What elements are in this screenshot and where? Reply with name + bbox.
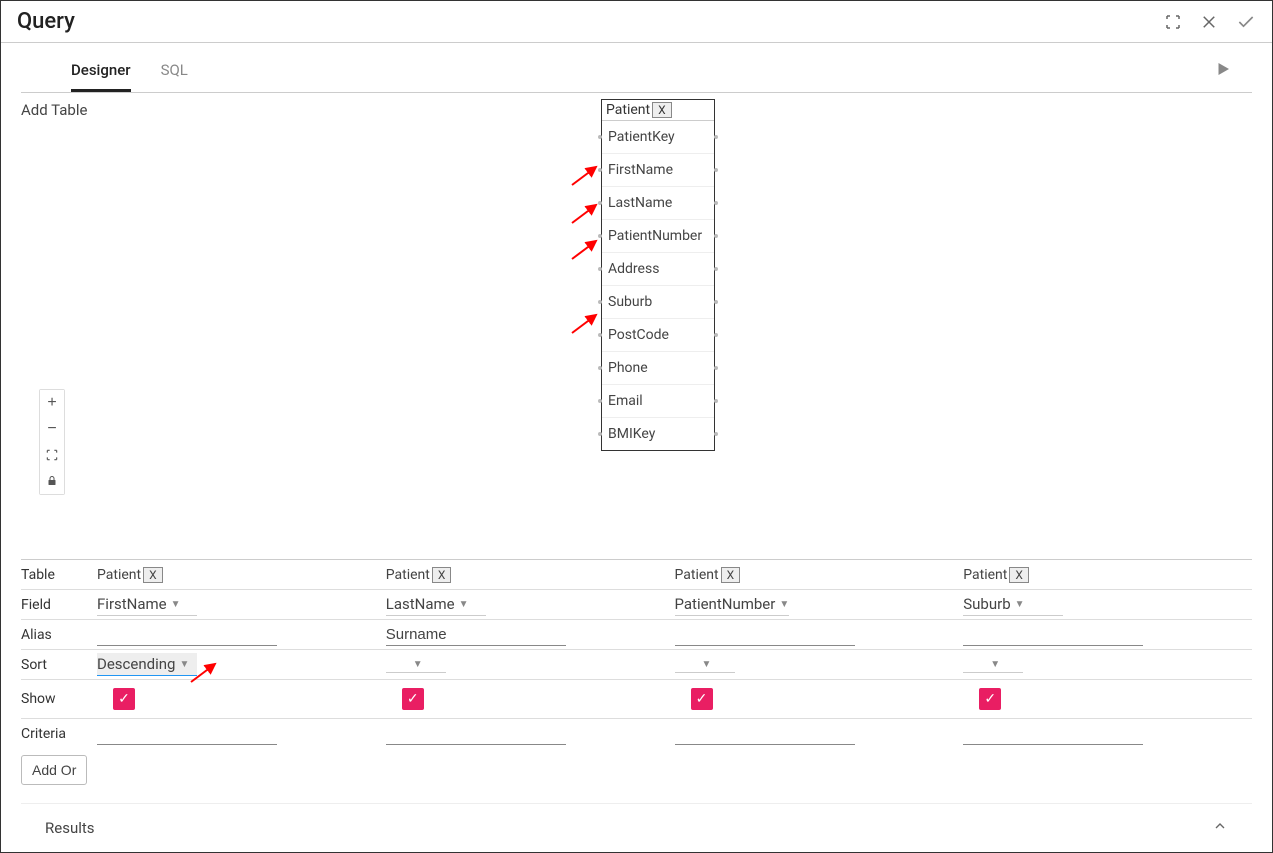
- tab-designer[interactable]: Designer: [71, 49, 131, 92]
- add-or-button[interactable]: Add Or: [21, 755, 87, 785]
- criteria-grid: Table PatientX PatientX PatientX Patient…: [21, 559, 1252, 785]
- show-checkbox-3[interactable]: ✓: [979, 688, 1001, 710]
- tab-bar: Designer SQL: [21, 49, 188, 92]
- label-field: Field: [21, 593, 97, 617]
- criteria-input-2[interactable]: [675, 723, 855, 745]
- show-checkbox-2[interactable]: ✓: [691, 688, 713, 710]
- field-select-0[interactable]: FirstName▼: [97, 593, 197, 616]
- design-canvas[interactable]: Add Table Patient X PatientKeyFirstNameL…: [21, 93, 1252, 559]
- chevron-down-icon: ▼: [990, 659, 1000, 670]
- sort-select-2[interactable]: ▼: [675, 657, 735, 673]
- entity-field-address[interactable]: Address: [602, 253, 714, 286]
- chevron-up-icon: [1212, 818, 1228, 838]
- entity-field-patientnumber[interactable]: PatientNumber: [602, 220, 714, 253]
- criteria-input-3[interactable]: [963, 723, 1143, 745]
- entity-field-bmikey[interactable]: BMIKey: [602, 418, 714, 450]
- field-select-3[interactable]: Suburb▼: [963, 593, 1063, 616]
- chevron-down-icon: ▼: [179, 659, 189, 670]
- table-chip-2: PatientX: [675, 567, 741, 583]
- alias-input-1[interactable]: [386, 624, 566, 646]
- table-chip-3: PatientX: [963, 567, 1029, 583]
- alias-input-0[interactable]: [97, 624, 277, 646]
- run-query-button[interactable]: [1214, 60, 1252, 82]
- field-select-1[interactable]: LastName▼: [386, 593, 486, 616]
- chevron-down-icon: ▼: [413, 659, 423, 670]
- entity-name: Patient: [606, 102, 650, 118]
- entity-remove-button[interactable]: X: [652, 102, 672, 118]
- field-select-2[interactable]: PatientNumber▼: [675, 593, 790, 616]
- show-checkbox-0[interactable]: ✓: [113, 688, 135, 710]
- label-criteria: Criteria: [21, 722, 97, 746]
- alias-input-3[interactable]: [963, 624, 1143, 646]
- remove-col-2[interactable]: X: [721, 567, 741, 583]
- label-show: Show: [21, 687, 97, 711]
- label-alias: Alias: [21, 623, 97, 647]
- remove-col-3[interactable]: X: [1009, 567, 1029, 583]
- zoom-lock-button[interactable]: [40, 468, 64, 494]
- zoom-out-button[interactable]: −: [40, 416, 64, 442]
- label-sort: Sort: [21, 653, 97, 677]
- remove-col-0[interactable]: X: [143, 567, 163, 583]
- fullscreen-icon[interactable]: [1164, 13, 1182, 31]
- remove-col-1[interactable]: X: [432, 567, 452, 583]
- zoom-fit-button[interactable]: [40, 442, 64, 468]
- dialog-title: Query: [17, 9, 75, 34]
- results-panel-header[interactable]: Results: [21, 803, 1252, 852]
- zoom-toolbar: + −: [39, 389, 65, 495]
- chevron-down-icon: ▼: [459, 599, 469, 610]
- sort-select-1[interactable]: ▼: [386, 657, 446, 673]
- entity-field-firstname[interactable]: FirstName: [602, 154, 714, 187]
- tab-sql[interactable]: SQL: [161, 49, 188, 92]
- chevron-down-icon: ▼: [702, 659, 712, 670]
- pointer-annotation-lastname: [570, 201, 600, 225]
- entity-patient[interactable]: Patient X PatientKeyFirstNameLastNamePat…: [601, 99, 715, 451]
- sort-select-0[interactable]: Descending▼: [97, 653, 197, 676]
- alias-input-2[interactable]: [675, 624, 855, 646]
- chevron-down-icon: ▼: [171, 599, 181, 610]
- zoom-in-button[interactable]: +: [40, 390, 64, 416]
- entity-field-phone[interactable]: Phone: [602, 352, 714, 385]
- close-icon[interactable]: [1200, 13, 1218, 31]
- sort-select-3[interactable]: ▼: [963, 657, 1023, 673]
- chevron-down-icon: ▼: [779, 599, 789, 610]
- entity-field-email[interactable]: Email: [602, 385, 714, 418]
- entity-field-patientkey[interactable]: PatientKey: [602, 121, 714, 154]
- entity-field-lastname[interactable]: LastName: [602, 187, 714, 220]
- show-checkbox-1[interactable]: ✓: [402, 688, 424, 710]
- results-label: Results: [45, 819, 95, 837]
- label-table: Table: [21, 563, 97, 587]
- confirm-icon[interactable]: [1236, 12, 1256, 32]
- criteria-input-1[interactable]: [386, 723, 566, 745]
- table-chip-1: PatientX: [386, 567, 452, 583]
- entity-field-suburb[interactable]: Suburb: [602, 286, 714, 319]
- add-table-label[interactable]: Add Table: [21, 101, 87, 119]
- titlebar: Query: [1, 1, 1272, 43]
- table-chip-0: PatientX: [97, 567, 163, 583]
- entity-field-postcode[interactable]: PostCode: [602, 319, 714, 352]
- pointer-annotation-suburb: [570, 311, 600, 335]
- criteria-input-0[interactable]: [97, 723, 277, 745]
- pointer-annotation-firstname: [570, 163, 600, 187]
- pointer-annotation-patientnumber: [570, 237, 600, 261]
- chevron-down-icon: ▼: [1015, 599, 1025, 610]
